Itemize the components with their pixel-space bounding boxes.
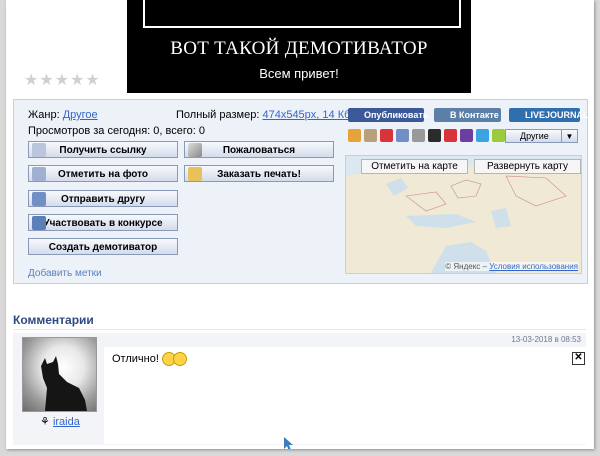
map-copyright-prefix: © Яндекс – bbox=[445, 262, 487, 271]
map[interactable]: Отметить на карте Развернуть карту © Янд… bbox=[345, 155, 582, 274]
twitter-icon[interactable] bbox=[476, 129, 489, 142]
comment-user: ⚘ iraida bbox=[40, 415, 80, 428]
views-counter: Просмотров за сегодня: 0, всего: 0 bbox=[28, 125, 205, 137]
facebook-share-label: Опубликовать bbox=[364, 110, 429, 120]
star-icon[interactable]: ★ bbox=[70, 73, 84, 89]
smiley-icon bbox=[172, 352, 187, 366]
get-link-button[interactable]: Получить ссылку bbox=[28, 141, 178, 158]
mailru-icon[interactable] bbox=[364, 129, 377, 142]
complain-button[interactable]: Пожаловаться bbox=[184, 141, 334, 158]
star-icon[interactable]: ★ bbox=[85, 73, 99, 89]
livejournal-share-label: LIVEJOURNAL bbox=[525, 110, 589, 120]
genre-label: Жанр: bbox=[28, 109, 60, 121]
comments-divider bbox=[13, 329, 586, 330]
create-demotivator-button[interactable]: Создать демотиватор bbox=[28, 238, 178, 255]
get-link-label: Получить ссылку bbox=[59, 145, 147, 156]
other-share-label: Другие bbox=[520, 131, 549, 141]
delicious-icon[interactable] bbox=[428, 129, 441, 142]
comment-text: Отлично! bbox=[112, 352, 159, 365]
vkontakte-share-label: В Контакте bbox=[450, 110, 499, 120]
yandex-icon[interactable] bbox=[444, 129, 457, 142]
basket-icon bbox=[188, 167, 202, 181]
yahoo-icon[interactable] bbox=[460, 129, 473, 142]
envelope-icon bbox=[32, 192, 46, 206]
order-print-button[interactable]: Заказать печать! bbox=[184, 165, 334, 182]
cat-silhouette-image bbox=[41, 356, 87, 411]
full-size-link[interactable]: 474x545px, 14 Кб bbox=[262, 109, 350, 121]
demotivator-frame bbox=[143, 0, 461, 28]
user-icon: ⚘ bbox=[40, 416, 50, 428]
share-icons-row bbox=[348, 129, 505, 142]
genre-link[interactable]: Другое bbox=[63, 109, 98, 121]
bookmark-icon[interactable] bbox=[396, 129, 409, 142]
comment-body: Отлично! bbox=[104, 347, 586, 444]
send-friend-button[interactable]: Отправить другу bbox=[28, 190, 178, 207]
moemesto-icon[interactable] bbox=[492, 129, 505, 142]
demotivator-title: ВОТ ТАКОЙ ДЕМОТИВАТОР bbox=[170, 38, 428, 59]
create-label: Создать демотиватор bbox=[48, 242, 158, 253]
expand-map-label: Развернуть карту bbox=[487, 161, 568, 172]
mark-on-map-label: Отметить на карте bbox=[371, 161, 458, 172]
star-icon[interactable]: ★ bbox=[24, 73, 38, 89]
demotivator-subtitle: Всем привет! bbox=[259, 66, 339, 81]
other-share-dropdown[interactable]: Другие ▼ bbox=[505, 129, 578, 143]
map-terms-link[interactable]: Условия использования bbox=[489, 262, 578, 271]
moikrug-icon[interactable] bbox=[380, 129, 393, 142]
full-size-row: Полный размер: 474x545px, 14 Кб bbox=[176, 109, 350, 121]
complain-label: Пожаловаться bbox=[222, 145, 296, 156]
avatar[interactable] bbox=[22, 337, 97, 412]
warning-icon bbox=[188, 143, 202, 157]
mark-on-map-button[interactable]: Отметить на карте bbox=[361, 159, 468, 174]
contest-button[interactable]: Участвовать в конкурсе bbox=[28, 214, 178, 231]
tag-photo-label: Отметить на фото bbox=[57, 169, 149, 180]
demotivator-image: ВОТ ТАКОЙ ДЕМОТИВАТОР Всем привет! bbox=[127, 0, 471, 93]
odnoklassniki-icon[interactable] bbox=[348, 129, 361, 142]
rating-stars[interactable]: ★ ★ ★ ★ ★ bbox=[24, 73, 100, 89]
comment-date: 13-03-2018 в 08:53 bbox=[511, 335, 581, 344]
livejournal-share-button[interactable]: LIVEJOURNAL bbox=[509, 108, 589, 122]
comments-heading: Комментарии bbox=[13, 313, 94, 327]
star-icon[interactable]: ★ bbox=[39, 73, 53, 89]
ribbon-icon bbox=[32, 216, 46, 230]
comment-username-link[interactable]: iraida bbox=[53, 416, 80, 428]
facebook-share-button[interactable]: Опубликовать bbox=[348, 108, 428, 122]
send-friend-label: Отправить другу bbox=[60, 194, 146, 205]
comment-text-row: Отлично! bbox=[112, 352, 187, 366]
cursor-icon bbox=[284, 437, 293, 449]
info-panel: Жанр: Другое Полный размер: 474x545px, 1… bbox=[13, 99, 589, 284]
genre-row: Жанр: Другое bbox=[28, 109, 98, 121]
page: ВОТ ТАКОЙ ДЕМОТИВАТОР Всем привет! ★ ★ ★… bbox=[6, 0, 594, 449]
memori-icon[interactable] bbox=[412, 129, 425, 142]
add-tags-link[interactable]: Добавить метки bbox=[28, 268, 102, 279]
star-icon[interactable]: ★ bbox=[55, 73, 69, 89]
brush-icon bbox=[32, 167, 46, 181]
vkontakte-share-button[interactable]: В Контакте bbox=[434, 108, 501, 122]
chevron-down-icon[interactable]: ▼ bbox=[561, 130, 577, 142]
order-print-label: Заказать печать! bbox=[217, 169, 301, 180]
full-size-label: Полный размер: bbox=[176, 109, 260, 121]
link-icon bbox=[32, 143, 46, 157]
tag-photo-button[interactable]: Отметить на фото bbox=[28, 165, 178, 182]
map-copyright: © Яндекс – Условия использования bbox=[445, 262, 578, 271]
contest-label: Участвовать в конкурсе bbox=[43, 218, 163, 229]
expand-map-button[interactable]: Развернуть карту bbox=[474, 159, 581, 174]
close-icon[interactable]: ✕ bbox=[572, 352, 585, 365]
